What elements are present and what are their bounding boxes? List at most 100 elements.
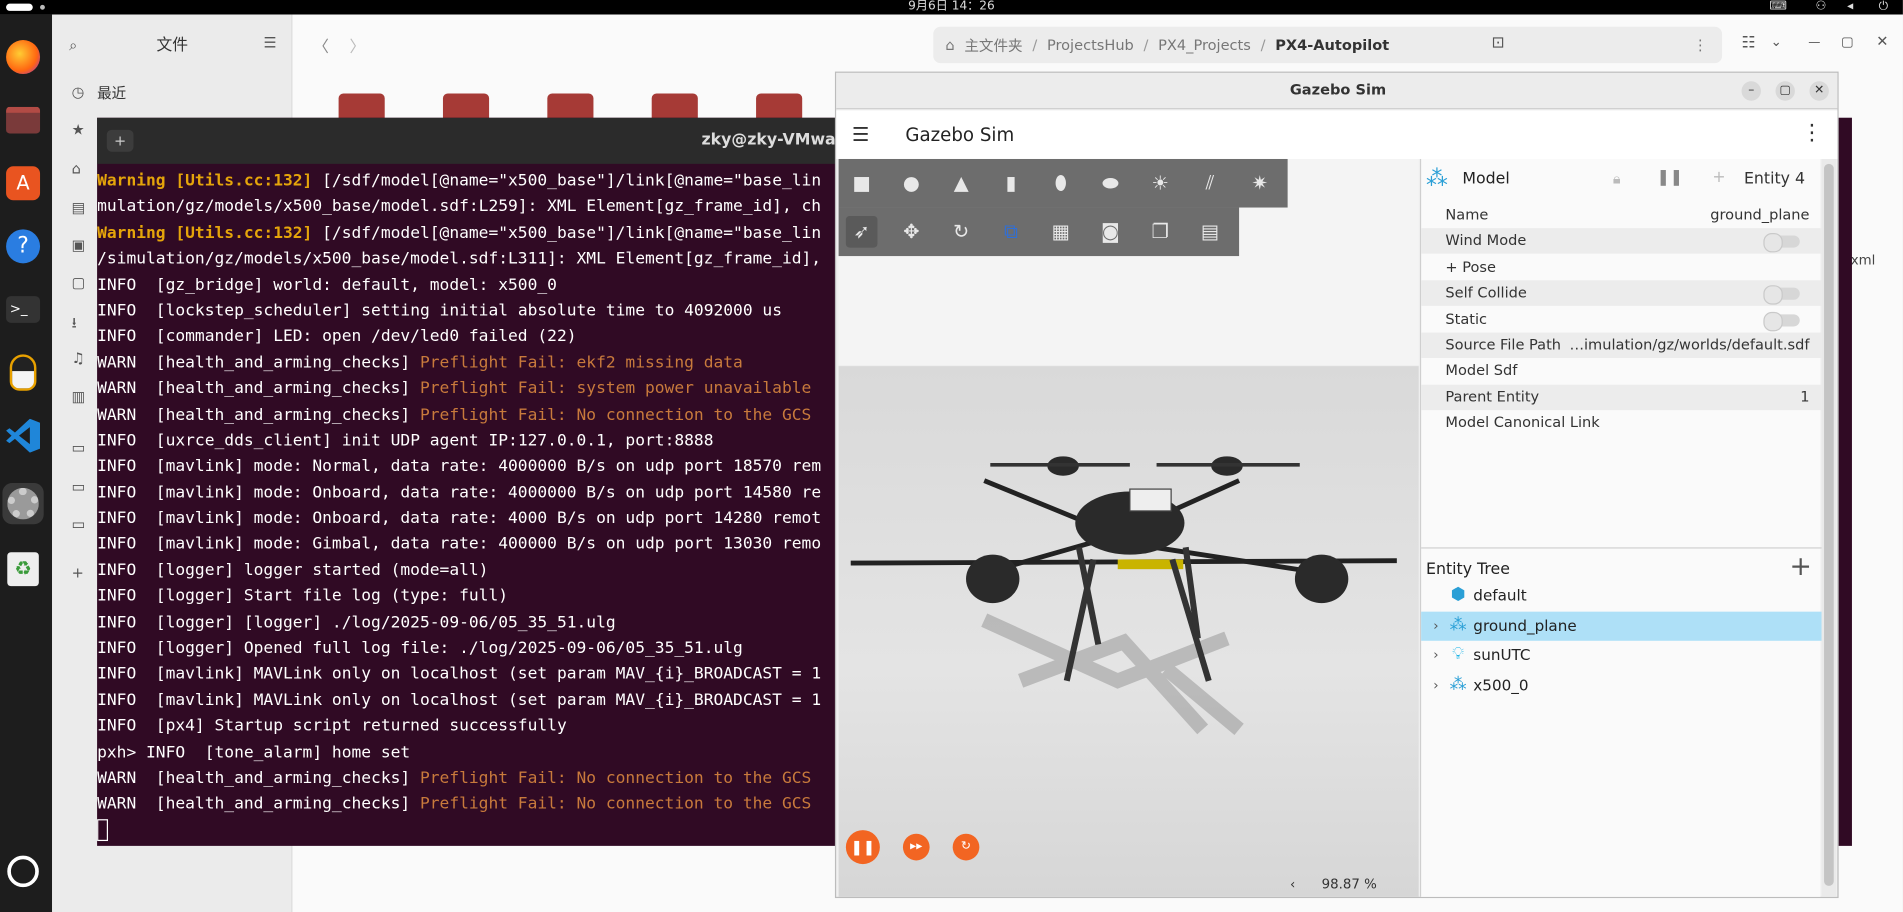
folder-bookmark-icon[interactable]: ▭ bbox=[72, 478, 86, 495]
folder-bookmark-icon[interactable]: ▭ bbox=[72, 516, 86, 533]
help-icon[interactable]: ? bbox=[2, 226, 43, 267]
property-row[interactable]: Model Canonical Link bbox=[1421, 410, 1821, 435]
home-icon[interactable]: ⌂ bbox=[72, 160, 81, 177]
terminal-line: INFO [logger] Opened full log file: ./lo… bbox=[97, 636, 874, 662]
app-center-icon[interactable]: A bbox=[2, 163, 43, 204]
minimize-icon[interactable]: – bbox=[1741, 81, 1761, 101]
hamburger-menu-icon[interactable]: ☰ bbox=[852, 123, 869, 146]
property-row[interactable]: Static bbox=[1421, 307, 1821, 332]
videos-icon[interactable]: ▤ bbox=[72, 199, 86, 216]
kebab-menu-icon[interactable]: ⋮ bbox=[1801, 120, 1823, 145]
property-row[interactable]: + Pose bbox=[1421, 255, 1821, 280]
lock-icon[interactable]: 🔒︎ bbox=[1613, 170, 1621, 188]
breadcrumb-current[interactable]: PX4-Autopilot bbox=[1275, 36, 1389, 53]
breadcrumb-item[interactable]: PX4_Projects bbox=[1158, 36, 1251, 53]
property-row[interactable]: Name ground_plane bbox=[1421, 203, 1821, 228]
property-row[interactable]: Parent Entity 1 bbox=[1421, 384, 1822, 410]
pause-icon[interactable]: ❚❚ bbox=[1657, 169, 1683, 187]
breadcrumb-item[interactable]: 主文件夹 bbox=[964, 35, 1022, 56]
breadcrumb: ⌂ 主文件夹 / ProjectsHub / PX4_Projects / PX… bbox=[933, 26, 1723, 64]
toggle-switch[interactable] bbox=[1763, 311, 1800, 331]
folder-bookmark-icon[interactable]: ▭ bbox=[72, 439, 86, 456]
entity-tree-item[interactable]: ⬢ default bbox=[1421, 581, 1821, 610]
log-level: Warning bbox=[97, 224, 176, 243]
app-title: Gazebo Sim bbox=[905, 123, 1015, 146]
toggle-switch[interactable] bbox=[1763, 233, 1800, 253]
3d-scene[interactable]: ■ ● ▲ ▮ ⬮ ⬬ ☀ ⫽ ✷ ➶ ✥ ↻ ⧉ ▦ ◙ ❐ ▤ ❚❚ ▸▸ … bbox=[838, 158, 1419, 898]
documents-icon[interactable]: ▢ bbox=[72, 274, 86, 291]
property-row[interactable]: Model Sdf bbox=[1421, 358, 1821, 383]
log-tag: [health_and_arming_checks] bbox=[155, 405, 411, 425]
new-tab-button[interactable]: + bbox=[106, 129, 134, 152]
terminal-line: INFO [mavlink] mode: Gimbal, data rate: … bbox=[97, 532, 874, 558]
view-list-icon[interactable]: ☷ bbox=[1742, 34, 1756, 52]
inspector-header: ⁂ Model 🔒︎ ❚❚ + Entity 4 bbox=[1421, 159, 1821, 203]
terminal-line: /simulation/gz/models/x500_base/model.sd… bbox=[97, 247, 874, 273]
chevron-down-icon[interactable]: ⌄ bbox=[1771, 34, 1782, 50]
property-row[interactable]: Wind Mode bbox=[1421, 228, 1822, 255]
maximize-icon[interactable]: ▢ bbox=[1841, 34, 1854, 50]
starred-icon[interactable]: ★ bbox=[72, 121, 85, 138]
forward-icon[interactable]: 〉 bbox=[350, 34, 366, 57]
show-apps-icon[interactable] bbox=[2, 851, 43, 892]
settings-icon[interactable] bbox=[2, 483, 44, 525]
volume-icon[interactable]: ◂ bbox=[1847, 0, 1853, 15]
minimize-icon[interactable]: — bbox=[1808, 36, 1820, 49]
log-level: INFO bbox=[97, 328, 156, 347]
log-tag: [Utils.cc:132] bbox=[175, 172, 313, 191]
new-folder-icon[interactable]: ⊡ bbox=[1492, 34, 1505, 52]
firefox-icon[interactable] bbox=[2, 36, 43, 77]
power-icon[interactable]: ⏻ bbox=[1879, 0, 1889, 15]
reset-button[interactable]: ↻ bbox=[952, 833, 980, 861]
breadcrumb-item[interactable]: ProjectsHub bbox=[1047, 36, 1134, 53]
terminal-icon[interactable]: >_ bbox=[2, 289, 43, 330]
network-icon[interactable]: ⚇ bbox=[1816, 0, 1827, 15]
close-icon[interactable]: ✕ bbox=[1876, 33, 1888, 50]
entity-name: ground_plane bbox=[1473, 616, 1577, 635]
add-entity-icon[interactable]: + bbox=[1790, 552, 1812, 582]
inspector-scrollbar[interactable] bbox=[1821, 158, 1837, 897]
drone-model[interactable] bbox=[839, 159, 1419, 898]
terminal-output[interactable]: Warning [Utils.cc:132] [/sdf/model[@name… bbox=[97, 169, 874, 846]
trash-icon[interactable]: ♻ bbox=[2, 549, 43, 590]
entity-tree-item[interactable]: › ⁂ x500_0 bbox=[1421, 671, 1821, 700]
inspector-type-label: Model bbox=[1462, 169, 1510, 189]
music-icon[interactable]: ♫ bbox=[72, 350, 85, 367]
property-row[interactable]: Self Collide bbox=[1421, 280, 1822, 307]
add-location-icon[interactable]: + bbox=[72, 564, 84, 581]
tux-icon[interactable] bbox=[2, 352, 43, 393]
sidebar-item-recent[interactable]: 最近 bbox=[97, 83, 126, 104]
log-message: Opened full log file: ./log/2025-09-06/0… bbox=[234, 639, 743, 658]
log-tag: [logger] bbox=[155, 587, 235, 606]
log-message: LED: open /dev/led0 failed (22) bbox=[263, 328, 577, 347]
chevron-left-icon[interactable]: ‹ bbox=[1290, 876, 1295, 892]
downloads-icon[interactable]: ⭳ bbox=[72, 312, 77, 337]
entity-tree-item[interactable]: › 💡︎ sunUTC bbox=[1421, 641, 1821, 670]
more-icon[interactable]: ⋮ bbox=[1693, 36, 1708, 53]
terminal-line: INFO [px4] Startup script returned succe… bbox=[97, 714, 874, 740]
expand-arrow-icon[interactable]: › bbox=[1433, 677, 1438, 693]
log-tag: [mavlink] bbox=[155, 483, 244, 503]
terminal-window[interactable]: + zky@zky-VMware-V Warning [Utils.cc:132… bbox=[97, 117, 874, 846]
maximize-icon[interactable]: ▢ bbox=[1775, 81, 1795, 101]
vscode-icon[interactable] bbox=[2, 415, 43, 456]
expand-arrow-icon[interactable]: › bbox=[1433, 617, 1438, 633]
menu-icon[interactable]: ☰ bbox=[263, 34, 276, 51]
toggle-switch[interactable] bbox=[1763, 285, 1800, 305]
pictures-icon[interactable]: ▣ bbox=[72, 237, 86, 254]
trash-sidebar-icon[interactable]: ▥ bbox=[72, 388, 86, 405]
gazebo-window: Gazebo Sim – ▢ ✕ ☰ Gazebo Sim ⋮ ■ ● ▲ ▮ … bbox=[834, 71, 1839, 899]
keyboard-icon[interactable]: ⌨ bbox=[1769, 0, 1787, 15]
property-row[interactable]: Source File Path …imulation/gz/worlds/def… bbox=[1421, 332, 1822, 359]
file-label[interactable]: xml bbox=[1851, 252, 1876, 268]
expand-arrow-icon[interactable]: › bbox=[1433, 647, 1438, 663]
entity-tree-item[interactable]: › ⁂ ground_plane bbox=[1421, 611, 1822, 641]
files-icon[interactable] bbox=[2, 100, 43, 141]
play-pause-button[interactable]: ❚❚ bbox=[845, 830, 880, 865]
step-button[interactable]: ▸▸ bbox=[902, 833, 930, 861]
back-icon[interactable]: 〈 bbox=[313, 34, 329, 57]
clock[interactable]: 9月6日 14：26 bbox=[0, 0, 1903, 15]
add-icon[interactable]: + bbox=[1712, 169, 1725, 187]
terminal-line: WARN [health_and_arming_checks] Prefligh… bbox=[97, 766, 874, 792]
close-icon[interactable]: ✕ bbox=[1809, 81, 1829, 101]
